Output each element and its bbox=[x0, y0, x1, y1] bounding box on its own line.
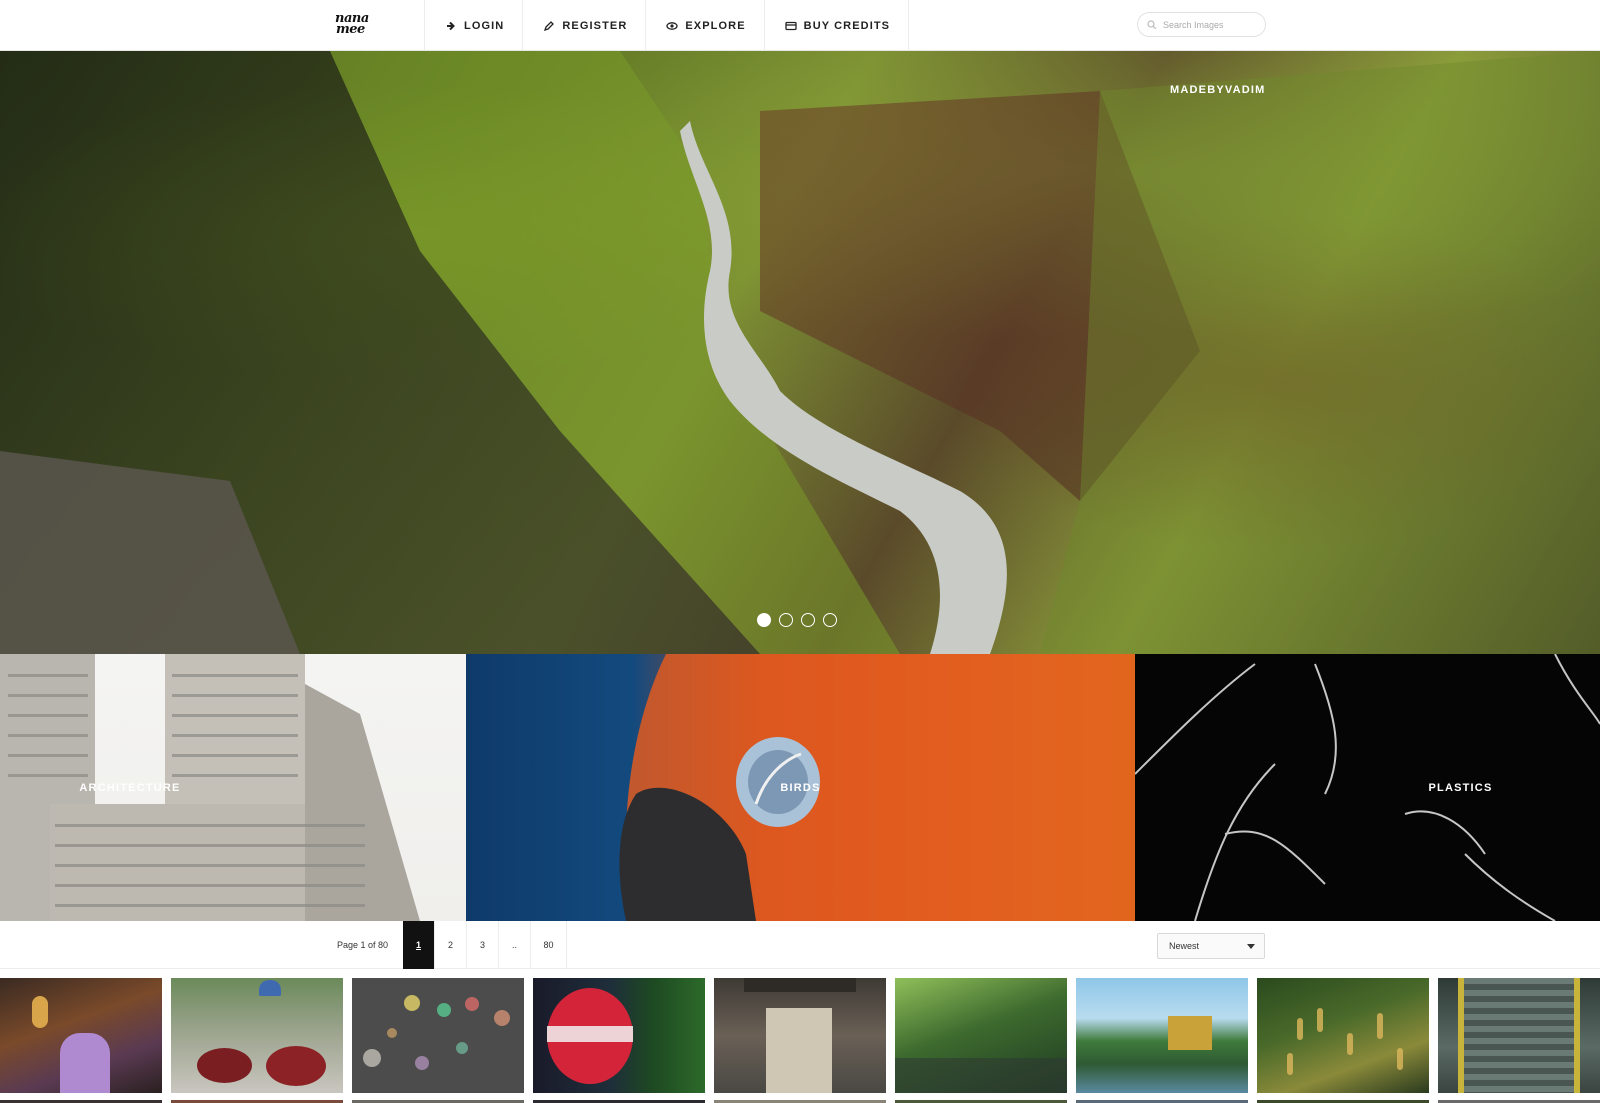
thumbnail-pine[interactable] bbox=[1257, 978, 1429, 1093]
page-link-1[interactable]: 1 bbox=[403, 921, 435, 969]
page-ellipsis: .. bbox=[499, 921, 531, 969]
roof-shape bbox=[744, 978, 856, 992]
lantern-shape bbox=[32, 996, 48, 1028]
buy-credits-label: BUY CREDITS bbox=[803, 19, 891, 32]
image-grid bbox=[0, 978, 1600, 1103]
page-link-3[interactable]: 3 bbox=[467, 921, 499, 969]
eye-icon bbox=[666, 21, 679, 30]
slider-dot-1[interactable] bbox=[757, 613, 771, 627]
path-shape bbox=[895, 1058, 1067, 1093]
slider-dot-3[interactable] bbox=[801, 613, 815, 627]
thumbnail-golden-pavilion[interactable] bbox=[1076, 978, 1248, 1093]
register-link[interactable]: REGISTER bbox=[522, 0, 645, 51]
page-link-80[interactable]: 80 bbox=[531, 921, 567, 969]
thumbnail-bokeh[interactable] bbox=[352, 978, 524, 1093]
main-nav: LOGIN REGISTER EXPLORE BUY CREDITS bbox=[424, 0, 910, 51]
category-architecture[interactable]: ARCHITECTURE bbox=[0, 654, 466, 921]
category-birds[interactable]: BIRDS bbox=[466, 654, 1135, 921]
search-icon bbox=[1147, 19, 1157, 29]
slider-dot-4[interactable] bbox=[823, 613, 837, 627]
search-box bbox=[1137, 12, 1266, 37]
buy-credits-link[interactable]: BUY CREDITS bbox=[763, 0, 910, 51]
hero-slider[interactable]: MADEBYVADIM bbox=[0, 51, 1600, 654]
escalator-steps bbox=[1464, 978, 1574, 1093]
search-input[interactable] bbox=[1163, 19, 1263, 30]
category-tiles: ARCHITECTURE BIRDS PLASTICS bbox=[0, 654, 1600, 921]
register-label: REGISTER bbox=[562, 19, 628, 32]
drum-shape bbox=[266, 1046, 326, 1086]
slider-dots bbox=[757, 613, 837, 627]
top-navigation-bar: nana mee LOGIN REGISTER EXPLORE BUY CRED… bbox=[0, 0, 1600, 51]
thumbnail-alley[interactable] bbox=[0, 978, 162, 1093]
pencil-icon bbox=[544, 20, 555, 31]
thumbnail-drummer[interactable] bbox=[171, 978, 343, 1093]
thumbnail-escalator[interactable] bbox=[1438, 978, 1600, 1093]
explore-label: EXPLORE bbox=[685, 19, 746, 32]
category-label: PLASTICS bbox=[1428, 782, 1493, 794]
nanamee-logo[interactable]: nana mee bbox=[335, 12, 371, 36]
kimono-shape bbox=[60, 1033, 110, 1093]
yellow-edge bbox=[1458, 978, 1464, 1093]
login-link[interactable]: LOGIN bbox=[424, 0, 522, 51]
sort-dropdown[interactable]: Newest bbox=[1157, 933, 1265, 959]
login-label: LOGIN bbox=[464, 19, 505, 32]
lantern-band bbox=[547, 1026, 633, 1042]
thumbnail-house[interactable] bbox=[714, 978, 886, 1093]
sort-selected: Newest bbox=[1169, 941, 1200, 951]
page-link-2[interactable]: 2 bbox=[435, 921, 467, 969]
pine-image bbox=[1287, 1008, 1403, 1075]
category-label: ARCHITECTURE bbox=[79, 782, 181, 794]
credit-card-icon bbox=[785, 21, 797, 30]
category-label: BIRDS bbox=[780, 782, 821, 794]
page-summary: Page 1 of 80 bbox=[337, 940, 389, 950]
slider-dot-2[interactable] bbox=[779, 613, 793, 627]
pavilion-shape bbox=[1168, 1016, 1212, 1050]
thumbnail-lantern[interactable] bbox=[533, 978, 705, 1093]
drum-shape bbox=[197, 1048, 252, 1083]
hero-landscape-image bbox=[0, 51, 1600, 654]
category-plastics[interactable]: PLASTICS bbox=[1135, 654, 1600, 921]
arrow-right-icon bbox=[447, 21, 455, 30]
page-links: 1 2 3 .. 80 bbox=[403, 921, 567, 969]
thumbnail-stone-lanterns[interactable] bbox=[895, 978, 1067, 1093]
explore-link[interactable]: EXPLORE bbox=[645, 0, 763, 51]
photographer-credit[interactable]: MADEBYVADIM bbox=[1170, 84, 1266, 96]
bokeh-image bbox=[363, 995, 510, 1070]
pagination-bar: Page 1 of 80 1 2 3 .. 80 Newest bbox=[0, 921, 1600, 969]
door-shape bbox=[766, 1008, 832, 1093]
yellow-edge bbox=[1574, 978, 1580, 1093]
chevron-down-icon bbox=[1247, 943, 1255, 949]
cap-shape bbox=[259, 980, 281, 996]
